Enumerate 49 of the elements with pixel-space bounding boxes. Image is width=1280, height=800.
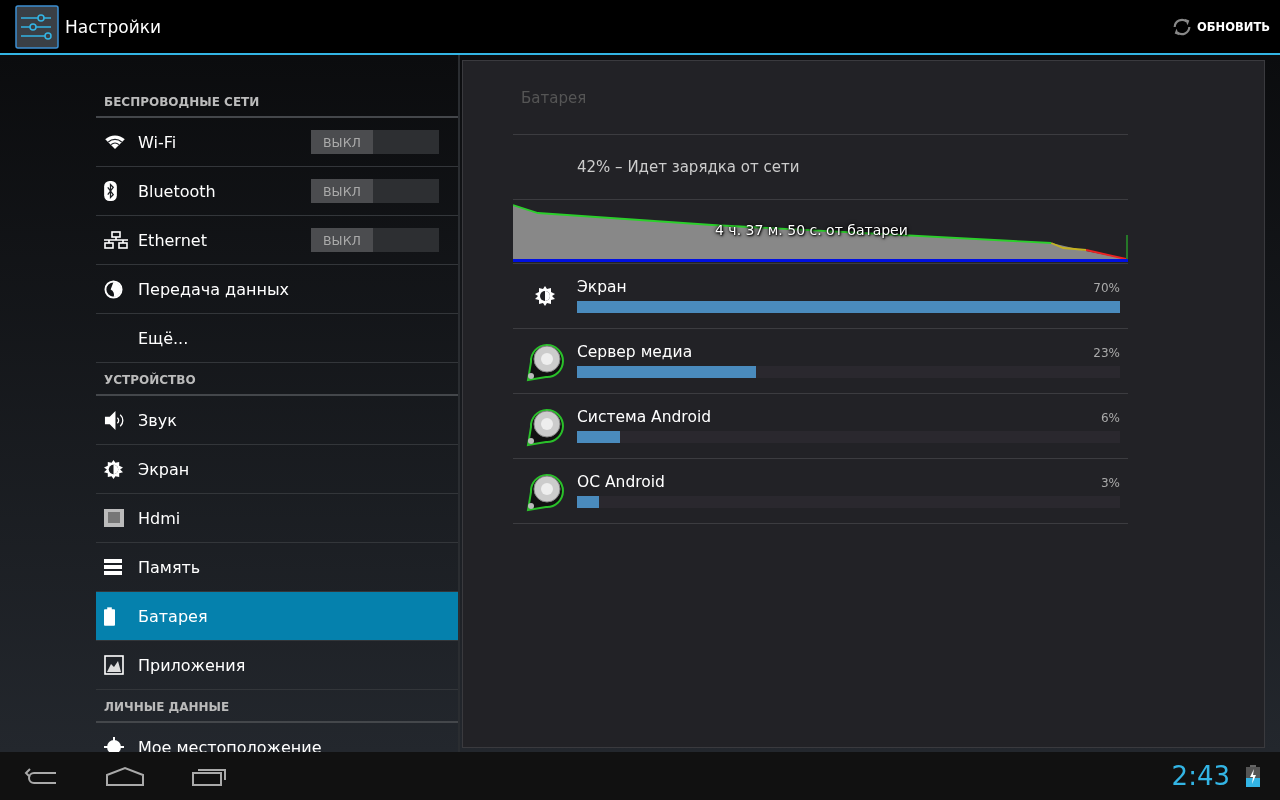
usage-percent: 3% (1100, 475, 1120, 490)
wifi-icon (104, 134, 126, 150)
toggle-switch[interactable]: ВЫКЛ (311, 179, 439, 203)
usage-row[interactable]: Сервер медиа 23% (513, 329, 1128, 394)
settings-item[interactable]: Bluetooth ВЫКЛ (96, 167, 458, 216)
settings-item[interactable]: Передача данных (96, 265, 458, 314)
back-icon[interactable] (24, 767, 58, 785)
brightness-icon (535, 286, 555, 306)
location-icon (104, 737, 124, 752)
section-header: УСТРОЙСТВО (96, 363, 458, 396)
usage-percent: 23% (1093, 345, 1120, 360)
monitor-icon (104, 508, 124, 528)
settings-item[interactable]: Hdmi (96, 494, 458, 543)
usage-row[interactable]: Система Android 6% (513, 394, 1128, 459)
recent-apps-icon[interactable] (192, 766, 228, 786)
battery-status: 42% – Идет зарядка от сети (577, 158, 800, 176)
home-icon[interactable] (106, 766, 144, 786)
settings-item[interactable]: Батарея (96, 592, 458, 641)
settings-item[interactable]: Экран (96, 445, 458, 494)
settings-item[interactable]: Wi-Fi ВЫКЛ (96, 118, 458, 167)
usage-percent: 6% (1100, 410, 1120, 425)
usage-row[interactable]: ОС Android 3% (513, 459, 1128, 524)
battery-icon (104, 606, 115, 626)
section-header: БЕСПРОВОДНЫЕ СЕТИ (96, 85, 458, 118)
storage-icon (104, 559, 122, 575)
settings-sliders-icon[interactable] (15, 4, 59, 49)
apps-icon (104, 655, 124, 675)
refresh-button[interactable]: ОБНОВИТЬ (1171, 11, 1270, 42)
app-title: Настройки (65, 16, 161, 37)
brightness-icon (104, 459, 123, 479)
network-icon (104, 231, 128, 249)
speaker-icon (104, 409, 125, 431)
usage-name: ОС Android (577, 472, 665, 491)
pie-chart-icon (104, 279, 123, 299)
settings-item[interactable]: Ethernet ВЫКЛ (96, 216, 458, 265)
settings-item[interactable]: Приложения (96, 641, 458, 690)
settings-item[interactable]: Звук (96, 396, 458, 445)
usage-name: Экран (577, 277, 627, 296)
usage-row[interactable]: Экран 70% (513, 264, 1128, 329)
toggle-switch[interactable]: ВЫКЛ (311, 228, 439, 252)
usage-name: Сервер медиа (577, 342, 693, 361)
toggle-switch[interactable]: ВЫКЛ (311, 130, 439, 154)
usage-percent: 70% (1093, 280, 1120, 295)
battery-charging-icon (1246, 765, 1260, 787)
usage-name: Система Android (577, 407, 712, 426)
bluetooth-icon (104, 181, 117, 201)
settings-item[interactable]: Ещё... (96, 314, 458, 363)
section-header: ЛИЧНЫЕ ДАННЫЕ (96, 690, 458, 723)
clock: 2:43 (1171, 761, 1230, 791)
